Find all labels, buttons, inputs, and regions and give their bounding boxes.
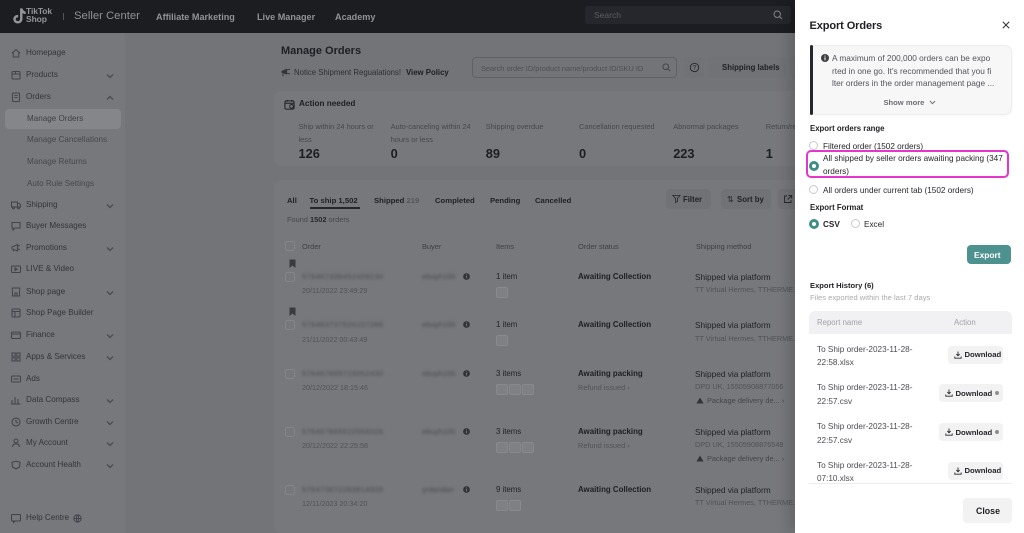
svg-text:?: ? (693, 66, 697, 72)
